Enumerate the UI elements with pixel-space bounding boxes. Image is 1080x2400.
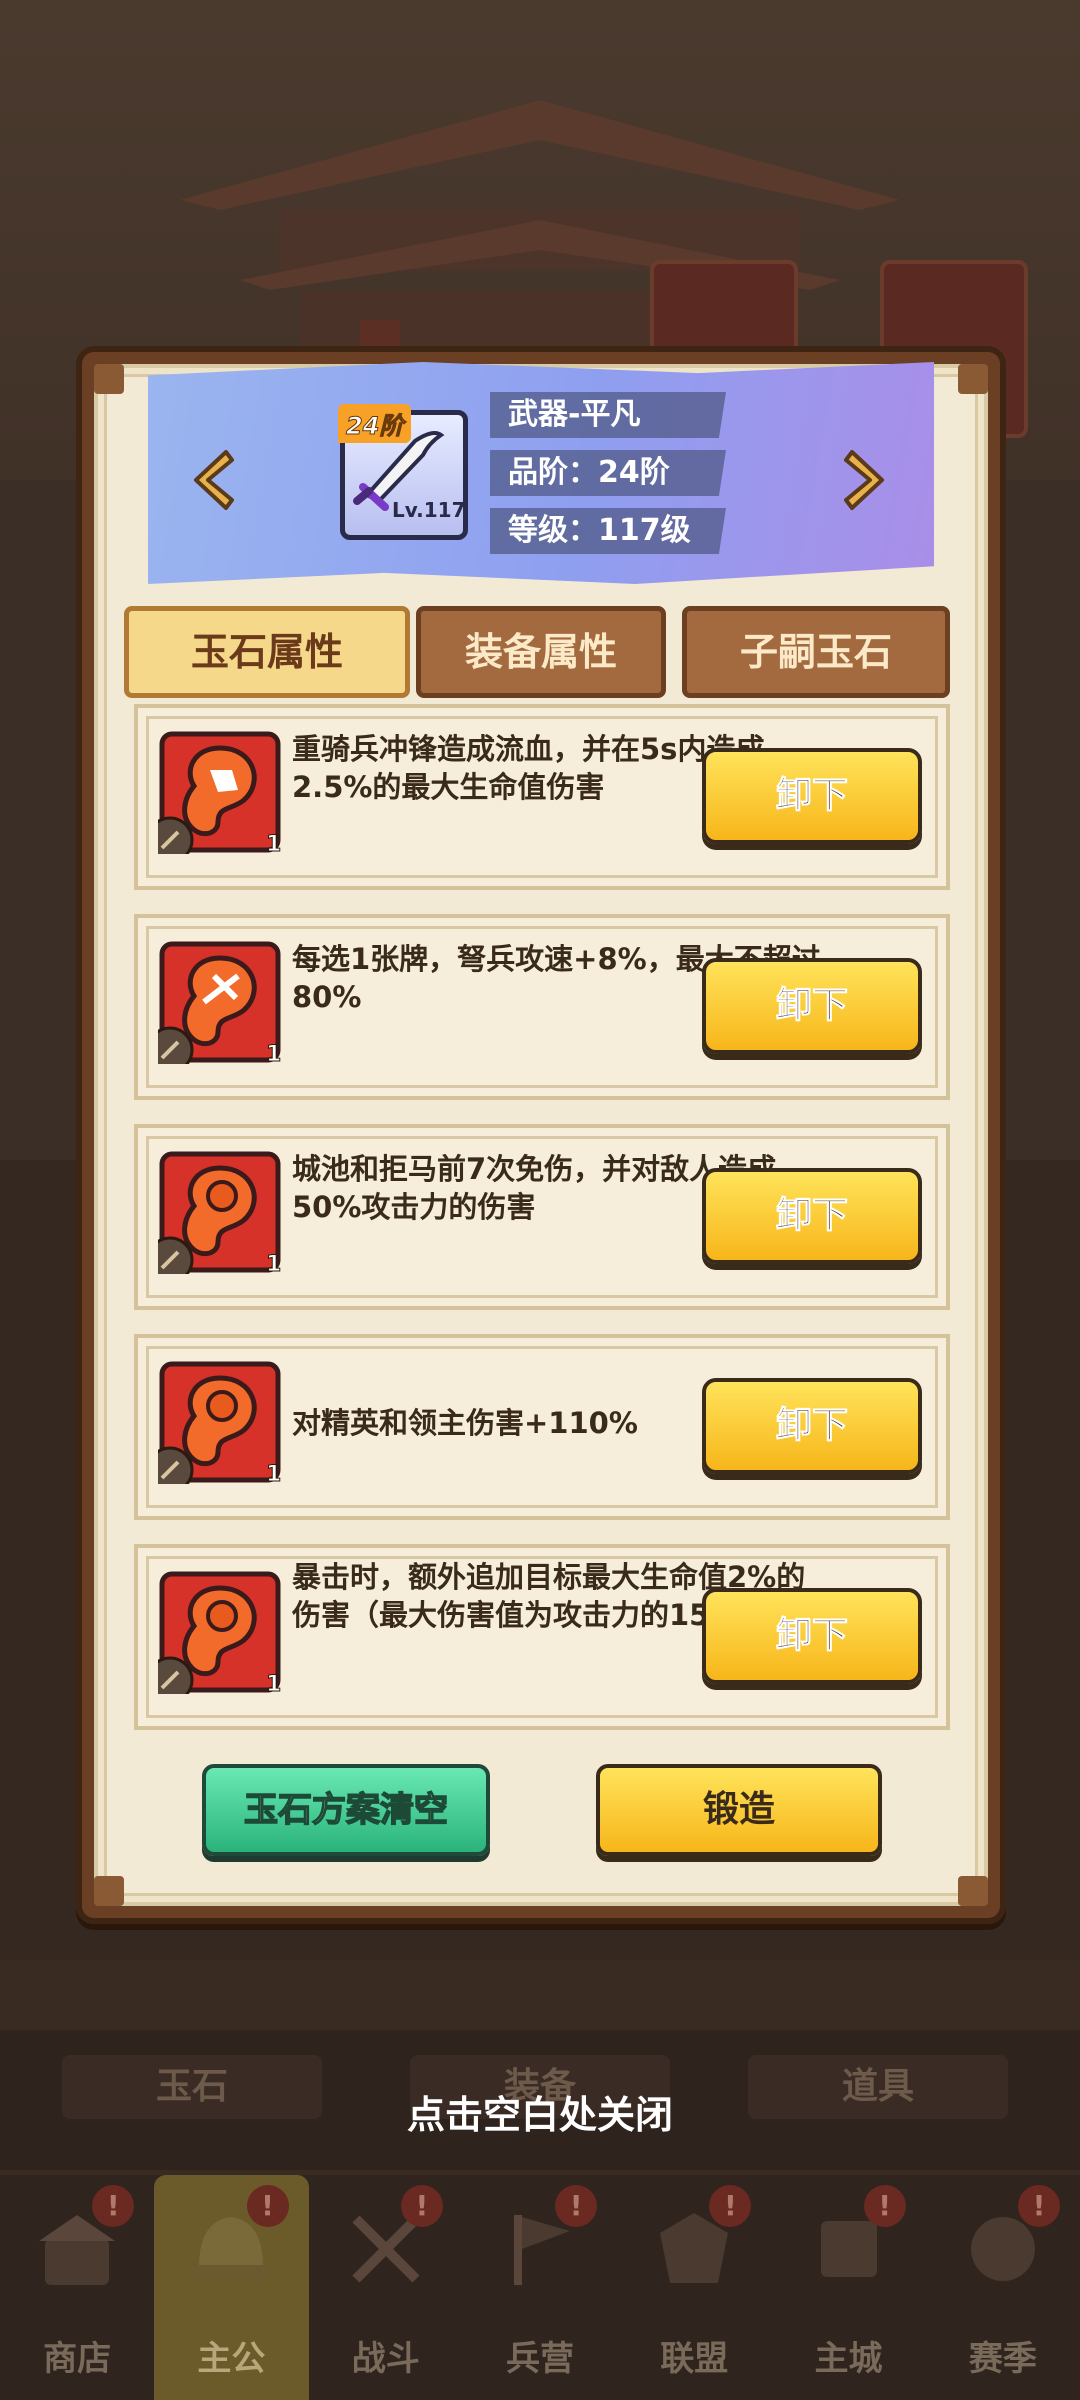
gem-slot: 1 对精英和领主伤害+110% 卸下	[134, 1334, 950, 1520]
nav-label: 主城	[814, 2339, 883, 2379]
unequip-button[interactable]: 卸下	[702, 748, 922, 844]
nav-item-season[interactable]: ! 赛季	[926, 2175, 1080, 2400]
tier-tag: 24阶	[338, 404, 412, 443]
crossbow-gem-icon[interactable]	[146, 940, 282, 1074]
nav-item-shop[interactable]: ! 商店	[0, 2175, 154, 2400]
gem-slot: 1 暴击时，额外追加目标最大生命值2%的伤害（最大伤害值为攻击力的1500%） …	[134, 1544, 950, 1730]
city-gem-icon[interactable]	[146, 1150, 282, 1284]
nav-item-barracks[interactable]: ! 兵营	[463, 2175, 617, 2400]
alert-badge: !	[863, 2185, 906, 2227]
gem-count: 1	[265, 1462, 282, 1488]
nav-label: 联盟	[660, 2339, 729, 2379]
clear-jade-plan-button[interactable]: 玉石方案清空	[202, 1764, 490, 1856]
gem-count: 1	[265, 1672, 282, 1698]
item-name: 武器-平凡	[490, 392, 726, 438]
item-level: 等级：117级	[490, 508, 726, 554]
gem-slot: 1 重骑兵冲锋造成流血，并在5s内造成2.5%的最大生命值伤害 卸下	[134, 704, 950, 890]
tab-heir-jade[interactable]: 子嗣玉石	[682, 606, 950, 698]
alert-badge: !	[709, 2185, 752, 2227]
nav-label: 赛季	[968, 2339, 1037, 2379]
tab-equipment-attributes[interactable]: 装备属性	[416, 606, 666, 698]
frame-corner	[94, 1876, 124, 1906]
unequip-button[interactable]: 卸下	[702, 1378, 922, 1474]
alert-badge: !	[555, 2185, 598, 2227]
crit-gem-icon[interactable]	[146, 1570, 282, 1704]
frame-corner	[958, 1876, 988, 1906]
alert-badge: !	[246, 2185, 289, 2227]
alert-badge: !	[400, 2185, 443, 2227]
gem-count: 1	[265, 1042, 282, 1068]
nav-label: 兵营	[505, 2339, 574, 2379]
close-hint[interactable]: 点击空白处关闭	[0, 2084, 1080, 2139]
alert-badge: !	[1017, 2185, 1060, 2227]
previous-arrow-icon[interactable]	[186, 446, 238, 514]
frame-corner	[958, 364, 988, 394]
gem-count: 1	[265, 832, 282, 858]
plain-gem-icon[interactable]	[146, 1360, 282, 1494]
horse-gem-icon[interactable]	[146, 730, 282, 864]
forge-button[interactable]: 锻造	[596, 1764, 882, 1856]
gem-slot: 1 城池和拒马前7次免伤，并对敌人造成50%攻击力的伤害 卸下	[134, 1124, 950, 1310]
unequip-button[interactable]: 卸下	[702, 1168, 922, 1264]
gem-slot: 1 每选1张牌，弩兵攻速+8%，最大不超过80% 卸下	[134, 914, 950, 1100]
gem-count: 1	[265, 1252, 282, 1278]
nav-label: 主公	[197, 2339, 266, 2379]
frame-corner	[94, 364, 124, 394]
nav-item-city[interactable]: ! 主城	[771, 2175, 925, 2400]
item-level-tag: Lv.117	[392, 498, 466, 522]
nav-item-alliance[interactable]: ! 联盟	[617, 2175, 771, 2400]
nav-label: 战斗	[351, 2339, 420, 2379]
next-arrow-icon[interactable]	[840, 446, 892, 514]
unequip-button[interactable]: 卸下	[702, 958, 922, 1054]
nav-item-lord[interactable]: ! 主公	[154, 2175, 309, 2400]
alert-badge: !	[92, 2185, 135, 2227]
nav-item-battle[interactable]: ! 战斗	[309, 2175, 463, 2400]
unequip-button[interactable]: 卸下	[702, 1588, 922, 1684]
nav-label: 商店	[43, 2339, 112, 2379]
bottom-navigation: ! 商店 ! 主公 ! 战斗 ! 兵营 ! 联盟 ! 主城 ! 赛季	[0, 2175, 1080, 2400]
tab-jade-attributes[interactable]: 玉石属性	[124, 606, 410, 698]
item-grade: 品阶：24阶	[490, 450, 726, 496]
